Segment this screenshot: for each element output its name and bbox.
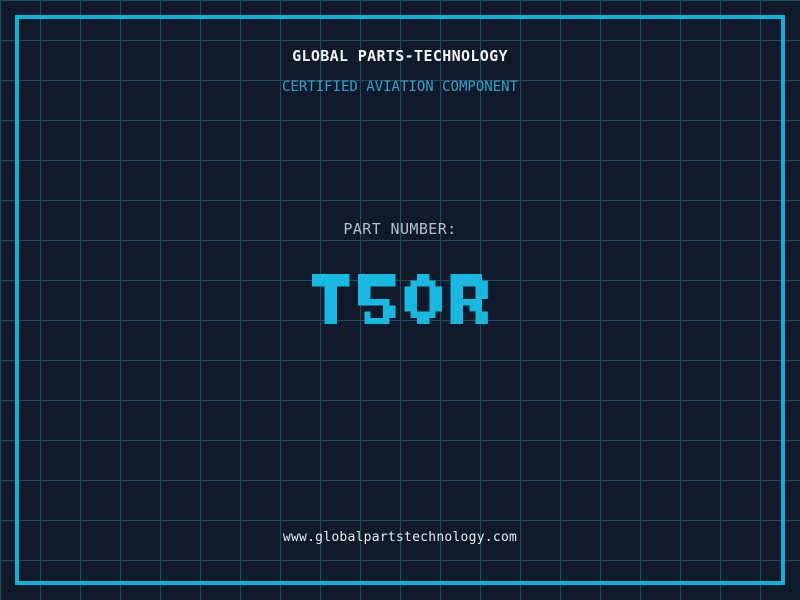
website-url: www.globalpartstechnology.com [282, 530, 518, 545]
label-plate: GLOBAL PARTS-TECHNOLOGY CERTIFIED AVIATI… [0, 0, 800, 600]
part-number-label: PART NUMBER: [343, 220, 457, 238]
part-number-value [311, 274, 489, 325]
certification-subtitle: CERTIFIED AVIATION COMPONENT [281, 79, 518, 95]
brand-title: GLOBAL PARTS-TECHNOLOGY [292, 47, 508, 65]
part-number-pixel-glyphs [311, 274, 489, 325]
